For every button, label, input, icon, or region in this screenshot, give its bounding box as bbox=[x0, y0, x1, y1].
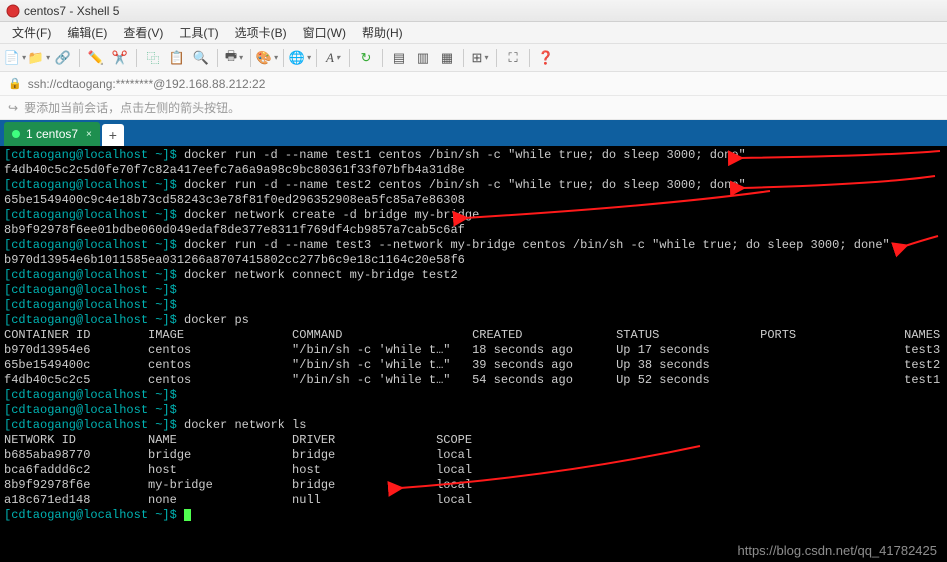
window-title: centos7 - Xshell 5 bbox=[24, 4, 119, 18]
add-tab-button[interactable]: + bbox=[102, 124, 124, 146]
cmd: docker network ls bbox=[177, 418, 307, 432]
output: 65be1549400c9c4e18b73cd58243c3e78f81f0ed… bbox=[4, 193, 465, 207]
menu-tabs[interactable]: 选项卡(B) bbox=[227, 22, 295, 43]
properties-button[interactable]: ✏️ bbox=[85, 47, 107, 69]
open-button[interactable]: 📁 bbox=[28, 47, 50, 69]
hint-bar: ↪ 要添加当前会话，点击左侧的箭头按钮。 bbox=[0, 96, 947, 120]
menu-file[interactable]: 文件(F) bbox=[4, 22, 59, 43]
cmd: docker ps bbox=[177, 313, 249, 327]
net-row: a18c671ed148 none null local bbox=[4, 493, 472, 507]
cmd: docker network create -d bridge my-bridg… bbox=[177, 208, 479, 222]
menu-edit[interactable]: 编辑(E) bbox=[59, 22, 115, 43]
find-button[interactable]: 🔍 bbox=[190, 47, 212, 69]
net-header: NETWORK ID NAME DRIVER SCOPE bbox=[4, 433, 472, 447]
separator bbox=[136, 49, 137, 67]
address-bar: 🔒 ssh://cdtaogang:********@192.168.88.21… bbox=[0, 72, 947, 96]
arrow-icon[interactable]: ↪ bbox=[8, 101, 18, 115]
separator bbox=[79, 49, 80, 67]
prompt: [cdtaogang@localhost ~]$ bbox=[4, 148, 177, 162]
separator bbox=[217, 49, 218, 67]
menu-view[interactable]: 查看(V) bbox=[115, 22, 171, 43]
reconnect-button[interactable]: 🔗 bbox=[52, 47, 74, 69]
new-session-button[interactable]: 📄 bbox=[4, 47, 26, 69]
prompt: [cdtaogang@localhost ~]$ bbox=[4, 403, 177, 417]
cmd: docker network connect my-bridge test2 bbox=[177, 268, 458, 282]
print-button[interactable]: 🖶 bbox=[223, 47, 245, 69]
menu-window[interactable]: 窗口(W) bbox=[295, 22, 354, 43]
close-tab-icon[interactable]: × bbox=[86, 129, 92, 140]
prompt: [cdtaogang@localhost ~]$ bbox=[4, 313, 177, 327]
hint-text: 要添加当前会话，点击左侧的箭头按钮。 bbox=[24, 99, 240, 116]
cmd: docker run -d --name test3 --network my-… bbox=[177, 238, 890, 252]
lock-icon: 🔒 bbox=[8, 77, 22, 90]
ps-header: CONTAINER ID IMAGE COMMAND CREATED STATU… bbox=[4, 328, 940, 342]
separator bbox=[250, 49, 251, 67]
terminal[interactable]: [cdtaogang@localhost ~]$ docker run -d -… bbox=[0, 146, 947, 562]
prompt: [cdtaogang@localhost ~]$ bbox=[4, 508, 177, 522]
tab-bar: 1 centos7 × + bbox=[0, 120, 947, 146]
copy-button[interactable]: ⿻ bbox=[142, 47, 164, 69]
separator bbox=[496, 49, 497, 67]
cut-button[interactable]: ✂️ bbox=[109, 47, 131, 69]
separator bbox=[349, 49, 350, 67]
ps-row: 65be1549400c centos "/bin/sh -c 'while t… bbox=[4, 358, 940, 372]
cascade-button[interactable]: ▦ bbox=[436, 47, 458, 69]
refresh-button[interactable]: ↻ bbox=[355, 47, 377, 69]
prompt: [cdtaogang@localhost ~]$ bbox=[4, 418, 177, 432]
ps-row: b970d13954e6 centos "/bin/sh -c 'while t… bbox=[4, 343, 940, 357]
prompt: [cdtaogang@localhost ~]$ bbox=[4, 208, 177, 222]
ssh-url[interactable]: ssh://cdtaogang:********@192.168.88.212:… bbox=[28, 77, 266, 91]
prompt: [cdtaogang@localhost ~]$ bbox=[4, 238, 177, 252]
status-dot-icon bbox=[12, 130, 20, 138]
toolbar: 📄 📁 🔗 ✏️ ✂️ ⿻ 📋 🔍 🖶 🎨 🌐 A ↻ ▤ ▥ ▦ ⊞ ⛶ ❓ bbox=[0, 44, 947, 72]
separator bbox=[463, 49, 464, 67]
output: b970d13954e6b1011585ea031266a8707415802c… bbox=[4, 253, 465, 267]
prompt: [cdtaogang@localhost ~]$ bbox=[4, 283, 177, 297]
menu-help[interactable]: 帮助(H) bbox=[354, 22, 411, 43]
prompt: [cdtaogang@localhost ~]$ bbox=[4, 268, 177, 282]
net-row: b685aba98770 bridge bridge local bbox=[4, 448, 472, 462]
tile-horizontal-button[interactable]: ▤ bbox=[388, 47, 410, 69]
title-bar: centos7 - Xshell 5 bbox=[0, 0, 947, 22]
output: f4db40c5c2c5d0fe70f7c82a417eefc7a6a9a98c… bbox=[4, 163, 465, 177]
tile-vertical-button[interactable]: ▥ bbox=[412, 47, 434, 69]
net-row: 8b9f92978f6e my-bridge bridge local bbox=[4, 478, 472, 492]
ps-row: f4db40c5c2c5 centos "/bin/sh -c 'while t… bbox=[4, 373, 940, 387]
separator bbox=[283, 49, 284, 67]
net-row: bca6faddd6c2 host host local bbox=[4, 463, 472, 477]
prompt: [cdtaogang@localhost ~]$ bbox=[4, 178, 177, 192]
menu-bar: 文件(F) 编辑(E) 查看(V) 工具(T) 选项卡(B) 窗口(W) 帮助(… bbox=[0, 22, 947, 44]
cmd: docker run -d --name test2 centos /bin/s… bbox=[177, 178, 746, 192]
prompt: [cdtaogang@localhost ~]$ bbox=[4, 388, 177, 402]
prompt: [cdtaogang@localhost ~]$ bbox=[4, 298, 177, 312]
fullscreen-button[interactable]: ⛶ bbox=[502, 47, 524, 69]
cursor bbox=[184, 509, 191, 521]
help-button[interactable]: ❓ bbox=[535, 47, 557, 69]
transfer-button[interactable]: ⊞ bbox=[469, 47, 491, 69]
separator bbox=[529, 49, 530, 67]
separator bbox=[316, 49, 317, 67]
tab-label: 1 centos7 bbox=[26, 127, 78, 141]
separator bbox=[382, 49, 383, 67]
font-button[interactable]: A bbox=[322, 47, 344, 69]
app-icon bbox=[6, 4, 20, 18]
paste-button[interactable]: 📋 bbox=[166, 47, 188, 69]
output: 8b9f92978f6ee01bdbe060d049edaf8de377e831… bbox=[4, 223, 465, 237]
watermark: https://blog.csdn.net/qq_41782425 bbox=[738, 543, 938, 558]
menu-tools[interactable]: 工具(T) bbox=[171, 22, 226, 43]
encoding-button[interactable]: 🌐 bbox=[289, 47, 311, 69]
cmd: docker run -d --name test1 centos /bin/s… bbox=[177, 148, 746, 162]
session-tab[interactable]: 1 centos7 × bbox=[4, 122, 100, 146]
color-scheme-button[interactable]: 🎨 bbox=[256, 47, 278, 69]
